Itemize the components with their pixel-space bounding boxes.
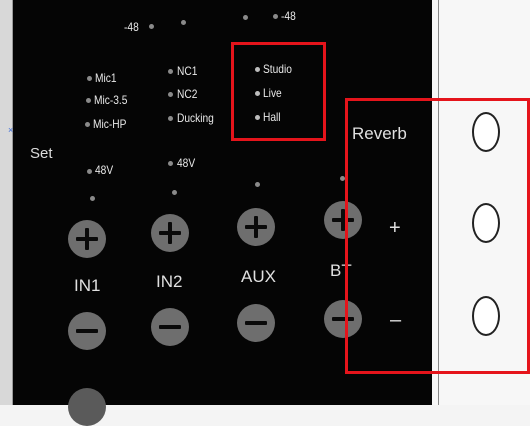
nc2-led [168, 92, 173, 97]
level-led-left-1 [149, 24, 154, 29]
set-label: Set [30, 145, 53, 162]
plus-icon [85, 228, 89, 250]
aux-status-led [255, 182, 260, 187]
ducking-led [168, 116, 173, 121]
in1-plus-button[interactable] [68, 220, 106, 258]
minus-icon [245, 321, 267, 325]
phantom-in1-led [87, 169, 92, 174]
aux-plus-button[interactable] [237, 208, 275, 246]
michp-label: Mic-HP [93, 117, 127, 131]
cursor-marker-icon: × [8, 125, 14, 135]
in2-status-led [172, 190, 177, 195]
mic1-label: Mic1 [95, 71, 117, 85]
plus-icon [254, 216, 258, 238]
nc1-led [168, 69, 173, 74]
mic35-led [86, 98, 91, 103]
aux-label: AUX [241, 267, 276, 286]
reverb-button-outline-top[interactable] [472, 112, 500, 152]
level-led-right-2 [273, 14, 278, 19]
in1-label: IN1 [74, 276, 101, 295]
phantom-in1-label: 48V [95, 163, 114, 177]
level-led-left-2 [181, 20, 186, 25]
phantom-in2-led [168, 161, 173, 166]
reverb-button-outline-minus[interactable] [472, 296, 500, 336]
plus-icon [168, 222, 172, 244]
ducking-label: Ducking [177, 111, 214, 125]
in2-plus-button[interactable] [151, 214, 189, 252]
panel-left-edge [0, 0, 12, 405]
mic35-label: Mic-3.5 [94, 93, 128, 107]
in1-minus-button[interactable] [68, 312, 106, 350]
minus-icon [76, 329, 98, 333]
phantom-in2-label: 48V [177, 156, 196, 170]
set-button[interactable] [68, 388, 106, 426]
level-label-left: -48 [124, 20, 139, 34]
in2-minus-button[interactable] [151, 308, 189, 346]
panel-left-border [12, 0, 13, 405]
in2-label: IN2 [156, 272, 183, 291]
level-label-right: -48 [281, 9, 296, 23]
michp-led [85, 122, 90, 127]
in1-status-led [90, 196, 95, 201]
nc2-label: NC2 [177, 87, 198, 101]
aux-minus-button[interactable] [237, 304, 275, 342]
nc1-label: NC1 [177, 64, 198, 78]
reverb-highlight-box [345, 98, 530, 374]
reverb-button-outline-plus[interactable] [472, 203, 500, 243]
level-led-right-1 [243, 15, 248, 20]
minus-icon [159, 325, 181, 329]
effect-highlight-box [231, 42, 326, 141]
mic1-led [87, 76, 92, 81]
